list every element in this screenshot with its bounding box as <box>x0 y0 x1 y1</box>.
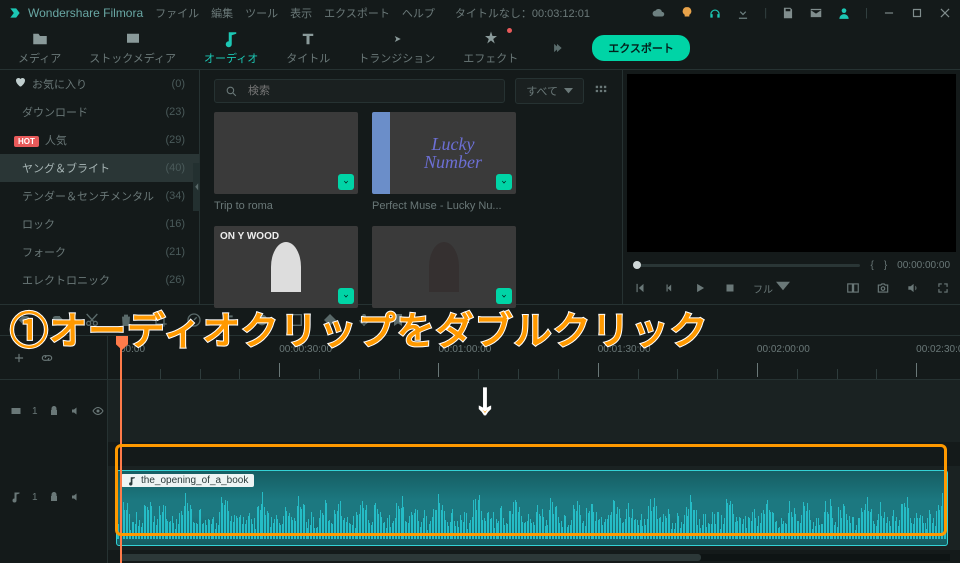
thumb-grid: Trip to roma Lucky Number Perfect Muse -… <box>200 112 622 308</box>
stop-icon[interactable] <box>723 281 737 295</box>
play-icon[interactable] <box>693 281 707 295</box>
eye-icon[interactable] <box>92 405 104 417</box>
audio-track-head[interactable]: 1 <box>0 466 107 528</box>
lock-icon[interactable] <box>48 491 60 503</box>
compare-icon[interactable] <box>846 281 860 295</box>
content-row: お気に入り (0) ダウンロード(23) HOT人気(29) ヤング＆ブライト(… <box>0 70 960 304</box>
download-icon[interactable] <box>338 174 354 190</box>
timeline: 1 1 00:0000:00:30:0000:01:00:0000:01:30:… <box>0 336 960 563</box>
search-box[interactable] <box>214 79 505 103</box>
audio-lane[interactable]: the_opening_of_a_book <box>108 466 960 550</box>
sidebar-item-electronic[interactable]: エレクトロニック(26) <box>0 266 199 294</box>
download-arrow-icon[interactable] <box>736 6 750 20</box>
close-icon[interactable] <box>938 6 952 20</box>
prev-frame-icon[interactable] <box>633 281 647 295</box>
lock-icon[interactable] <box>48 405 60 417</box>
snapshot-icon[interactable] <box>876 281 890 295</box>
mute-icon[interactable] <box>70 491 82 503</box>
tab-stock[interactable]: ストックメディア <box>89 30 176 66</box>
annotation-arrow-icon: ↓ <box>474 374 496 424</box>
menu-file[interactable]: ファイル <box>155 5 199 21</box>
asset-thumb[interactable]: Trip to roma <box>214 112 358 212</box>
sidebar-item-popular[interactable]: HOT人気(29) <box>0 126 199 154</box>
video-track-icon <box>10 405 22 417</box>
tab-audio[interactable]: オーディオ <box>204 30 258 66</box>
asset-tabs: メディア ストックメディア オーディオ タイトル トランジション エフェクト エ… <box>0 26 960 70</box>
search-icon <box>225 85 238 98</box>
title-bar: Wondershare Filmora ファイル 編集 ツール 表示 エクスポー… <box>0 0 960 26</box>
sidebar-item-rock[interactable]: ロック(16) <box>0 210 199 238</box>
menu-tool[interactable]: ツール <box>245 5 278 21</box>
asset-thumb[interactable]: ON Y WOOD <box>214 226 358 308</box>
tab-media[interactable]: メディア <box>18 30 61 66</box>
search-input[interactable] <box>246 84 494 98</box>
tab-effect[interactable]: エフェクト <box>463 30 518 66</box>
tab-transition[interactable]: トランジション <box>358 30 435 66</box>
view-mode-icon[interactable] <box>594 84 608 98</box>
download-icon[interactable] <box>496 174 512 190</box>
sidebar-item-download[interactable]: ダウンロード(23) <box>0 98 199 126</box>
step-back-icon[interactable] <box>663 281 677 295</box>
cloud-icon[interactable] <box>652 6 666 20</box>
clip-title: the_opening_of_a_book <box>121 474 254 487</box>
preview-panel: { } 00:00:00:00 フル <box>622 70 960 304</box>
headphones-icon[interactable] <box>708 6 722 20</box>
annotation-text: ①オーディオクリップをダブルクリック <box>10 300 954 355</box>
seek-bar[interactable]: { } 00:00:00:00 <box>633 260 950 271</box>
menu-export[interactable]: エクスポート <box>324 5 390 21</box>
export-button[interactable]: エクスポート <box>592 35 690 61</box>
menu-help[interactable]: ヘルプ <box>402 5 435 21</box>
video-track-head[interactable]: 1 <box>0 380 107 442</box>
mute-icon[interactable] <box>70 405 82 417</box>
filter-dropdown[interactable]: すべて <box>515 78 584 104</box>
logo-icon <box>8 6 22 20</box>
thumb-label: Perfect Muse - Lucky Nu... <box>372 200 516 212</box>
sidebar-item-favorites[interactable]: お気に入り (0) <box>0 70 199 98</box>
track-labels: 1 1 <box>0 336 108 563</box>
app-logo: Wondershare Filmora <box>8 6 143 20</box>
lightbulb-icon[interactable] <box>680 6 694 20</box>
asset-browser: すべて Trip to roma Lucky Number Perfect Mu… <box>200 70 622 304</box>
sidebar-item-folk[interactable]: フォーク(21) <box>0 238 199 266</box>
asset-thumb[interactable] <box>372 226 516 308</box>
maximize-icon[interactable] <box>910 6 924 20</box>
audio-clip[interactable]: the_opening_of_a_book <box>116 470 948 546</box>
minimize-icon[interactable] <box>882 6 896 20</box>
menu-edit[interactable]: 編集 <box>211 5 233 21</box>
user-icon[interactable] <box>837 6 851 20</box>
menu-view[interactable]: 表示 <box>290 5 312 21</box>
volume-icon[interactable] <box>906 281 920 295</box>
playhead[interactable] <box>120 340 122 563</box>
tab-title[interactable]: タイトル <box>286 30 330 66</box>
save-icon[interactable] <box>781 6 795 20</box>
thumb-label: Trip to roma <box>214 200 358 212</box>
category-sidebar: お気に入り (0) ダウンロード(23) HOT人気(29) ヤング＆ブライト(… <box>0 70 200 304</box>
mail-icon[interactable] <box>809 6 823 20</box>
sidebar-item-young-bright[interactable]: ヤング＆ブライト(40) <box>0 154 199 182</box>
collapse-sidebar-button[interactable] <box>193 163 200 211</box>
preview-viewport <box>627 74 956 252</box>
timeline-hscroll[interactable] <box>120 554 950 561</box>
more-tabs-icon[interactable] <box>550 41 564 55</box>
track-lanes[interactable]: 00:0000:00:30:0000:01:00:0000:01:30:0000… <box>108 336 960 563</box>
display-mode[interactable]: フル <box>753 279 790 296</box>
asset-thumb[interactable]: Lucky Number Perfect Muse - Lucky Nu... <box>372 112 516 212</box>
audio-track-icon <box>10 491 22 503</box>
sidebar-item-tender[interactable]: テンダー＆センチメンタル(34) <box>0 182 199 210</box>
project-title: タイトルなし：00:03:12:01 <box>455 5 590 21</box>
app-name: Wondershare Filmora <box>28 6 143 20</box>
preview-timecode: 00:00:00:00 <box>897 260 950 271</box>
fullscreen-icon[interactable] <box>936 281 950 295</box>
video-lane[interactable] <box>108 380 960 442</box>
